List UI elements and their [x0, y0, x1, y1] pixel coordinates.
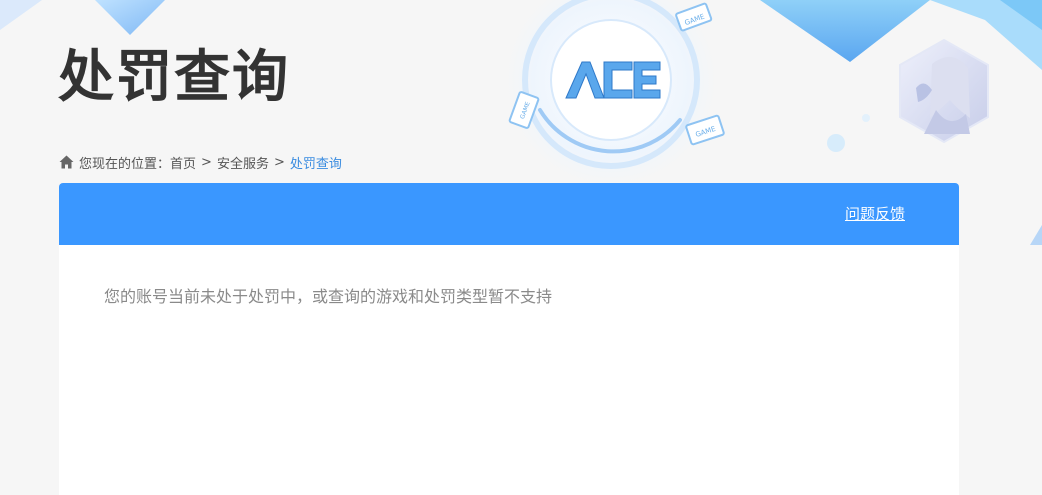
game-badge-icon: GAME [675, 2, 713, 32]
breadcrumb-separator: > [273, 154, 285, 170]
game-badge-icon: GAME [508, 91, 540, 129]
ace-logo [565, 61, 661, 99]
status-message: 您的账号当前未处于处罚中，或查询的游戏和处罚类型暂不支持 [104, 287, 553, 306]
breadcrumb-prefix: 您现在的位置： [79, 156, 171, 172]
punishment-query-panel: 问题反馈 您的账号当前未处于处罚中，或查询的游戏和处罚类型暂不支持 [59, 183, 959, 495]
character-avatar [899, 38, 989, 144]
panel-header: 问题反馈 [59, 183, 959, 245]
breadcrumb-item-home[interactable]: 首页 [170, 153, 196, 172]
feedback-link[interactable]: 问题反馈 [845, 203, 905, 224]
home-icon [59, 155, 74, 169]
breadcrumb-current: 处罚查询 [289, 156, 342, 172]
page-title: 处罚查询 [58, 45, 290, 110]
breadcrumb-separator: > [201, 154, 212, 170]
breadcrumb-item-security[interactable]: 安全服务 [217, 153, 269, 172]
breadcrumb: 您现在的位置： 首页 > 安全服务 > 处罚查询 [59, 152, 342, 172]
game-badge-icon: GAME [685, 114, 725, 146]
